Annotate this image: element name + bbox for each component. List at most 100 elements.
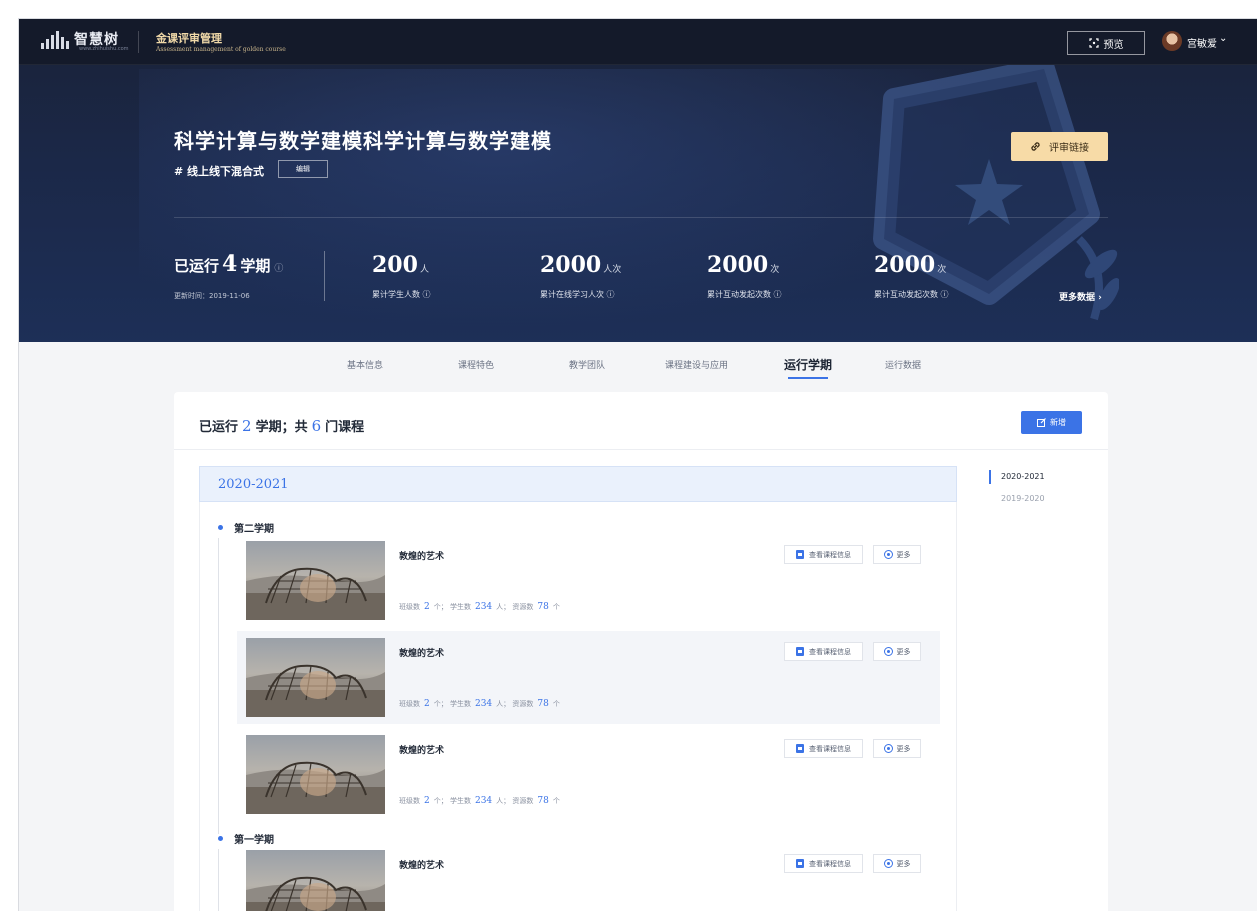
run-count: 4 bbox=[222, 251, 238, 277]
tab-construction[interactable]: 课程建设与应用 bbox=[665, 358, 728, 371]
year-nav-item[interactable]: 2019-2020 bbox=[989, 494, 1045, 516]
run-suffix: 学期 bbox=[240, 257, 271, 275]
semester-line bbox=[218, 538, 219, 834]
course-thumbnail[interactable] bbox=[246, 638, 385, 717]
course-row[interactable]: 敦煌的艺术 班级数 2 个； 学生数 234 人； 资源数 78 个 查看课程信息 更多 bbox=[237, 728, 940, 821]
more-button[interactable]: 更多 bbox=[873, 739, 921, 758]
run-semesters-stat: 已运行 4 学期 ⓘ bbox=[174, 251, 283, 277]
course-title[interactable]: 敦煌的艺术 bbox=[399, 743, 444, 756]
chevron-down-icon[interactable]: ⌄ bbox=[1219, 33, 1227, 44]
view-course-info-button[interactable]: 查看课程信息 bbox=[784, 739, 863, 758]
user-avatar[interactable] bbox=[1162, 31, 1182, 51]
metric-value: 200 bbox=[372, 252, 418, 278]
view-course-info-button[interactable]: 查看课程信息 bbox=[784, 545, 863, 564]
semester-dot bbox=[218, 836, 223, 841]
doc-icon bbox=[796, 550, 804, 559]
year-navigation: 2020-2021 2019-2020 bbox=[989, 470, 1045, 516]
update-time: 更新时间：2019-11-06 bbox=[174, 292, 250, 300]
course-thumbnail[interactable] bbox=[246, 850, 385, 911]
more-circle-icon bbox=[883, 550, 893, 559]
info-icon[interactable]: ⓘ bbox=[607, 290, 615, 299]
course-meta: 班级数 2 个； 学生数 234 人； 资源数 78 个 bbox=[399, 699, 560, 709]
more-button[interactable]: 更多 bbox=[873, 642, 921, 661]
run-prefix: 已运行 bbox=[174, 257, 220, 275]
metric-value: 2000 bbox=[540, 252, 602, 278]
view-course-info-button[interactable]: 查看课程信息 bbox=[784, 642, 863, 661]
year-nav-item[interactable]: 2020-2021 bbox=[989, 470, 1045, 494]
metric-label: 累计互动发起次数 ⓘ bbox=[874, 290, 949, 299]
more-button[interactable]: 更多 bbox=[873, 545, 921, 564]
semester-card: 已运行 2 学期；共 6 门课程 新增 2020-2021 第二学期 敦煌的艺术 班级数… bbox=[174, 392, 1108, 911]
metric-interactions-2: 2000 次 累计互动发起次数 ⓘ bbox=[874, 252, 949, 300]
top-navigation-bar: 智慧树 www.zhihuishu.com 金课评审管理 Assessment … bbox=[19, 19, 1257, 65]
metric-unit: 次 bbox=[770, 265, 780, 275]
view-course-info-button[interactable]: 查看课程信息 bbox=[784, 854, 863, 873]
preview-button[interactable]: 预览 bbox=[1067, 31, 1145, 55]
card-header: 已运行 2 学期；共 6 门课程 新增 bbox=[174, 392, 1108, 450]
logo-text: 智慧树 bbox=[74, 32, 119, 48]
app-frame: 智慧树 www.zhihuishu.com 金课评审管理 Assessment … bbox=[18, 18, 1257, 911]
course-thumbnail[interactable] bbox=[246, 735, 385, 814]
more-circle-icon bbox=[883, 859, 893, 868]
logo-bars-icon bbox=[41, 31, 69, 49]
more-data-link[interactable]: 更多数据 › bbox=[1059, 290, 1102, 303]
hero-divider bbox=[174, 217, 1108, 218]
semester-dot bbox=[218, 525, 223, 530]
logo-subtext: www.zhihuishu.com bbox=[79, 46, 129, 52]
course-meta: 班级数 2 个； 学生数 234 人； 资源数 78 个 bbox=[399, 796, 560, 806]
user-name[interactable]: 宫敏爱 bbox=[1187, 35, 1217, 50]
tab-run-semesters[interactable]: 运行学期 bbox=[784, 356, 832, 373]
metric-value: 2000 bbox=[707, 252, 769, 278]
doc-icon bbox=[796, 859, 804, 868]
tab-features[interactable]: 课程特色 bbox=[458, 358, 494, 371]
preview-label: 预览 bbox=[1103, 39, 1124, 51]
hero-banner: 智慧树 www.zhihuishu.com 金课评审管理 Assessment … bbox=[19, 19, 1257, 342]
info-icon[interactable]: ⓘ bbox=[941, 290, 949, 299]
course-meta: 班级数 2 个； 学生数 234 人； 资源数 78 个 bbox=[399, 602, 560, 612]
metric-unit: 次 bbox=[937, 265, 947, 275]
tab-bar: 基本信息 课程特色 教学团队 课程建设与应用 运行学期 运行数据 bbox=[19, 342, 1257, 390]
app-subtitle: Assessment management of golden course bbox=[156, 46, 286, 53]
stat-separator bbox=[324, 251, 325, 301]
year-header: 2020-2021 bbox=[199, 466, 957, 502]
semester-line bbox=[218, 849, 219, 911]
tab-team[interactable]: 教学团队 bbox=[569, 358, 605, 371]
course-title[interactable]: 敦煌的艺术 bbox=[399, 646, 444, 659]
info-icon[interactable]: ⓘ bbox=[274, 264, 283, 274]
add-label: 新增 bbox=[1050, 418, 1066, 427]
review-link-label: 评审链接 bbox=[1049, 143, 1089, 154]
link-icon bbox=[1031, 142, 1040, 151]
expand-icon bbox=[1088, 38, 1099, 48]
metric-interactions: 2000 次 累计互动发起次数 ⓘ bbox=[707, 252, 782, 300]
tab-basic-info[interactable]: 基本信息 bbox=[347, 358, 383, 371]
metric-unit: 人次 bbox=[603, 265, 622, 275]
more-button[interactable]: 更多 bbox=[873, 854, 921, 873]
course-thumbnail[interactable] bbox=[246, 541, 385, 620]
add-button[interactable]: 新增 bbox=[1021, 411, 1082, 434]
course-count: 6 bbox=[311, 417, 322, 435]
app-title: 金课评审管理 bbox=[156, 32, 222, 45]
semester-count: 2 bbox=[242, 417, 252, 435]
metric-label: 累计学生人数 ⓘ bbox=[372, 290, 431, 299]
info-icon[interactable]: ⓘ bbox=[774, 290, 782, 299]
course-title[interactable]: 敦煌的艺术 bbox=[399, 858, 444, 871]
metric-unit: 人 bbox=[419, 265, 429, 275]
review-link-button[interactable]: 评审链接 bbox=[1011, 132, 1108, 161]
metric-label: 累计互动发起次数 ⓘ bbox=[707, 290, 782, 299]
doc-icon bbox=[796, 647, 804, 656]
edit-button[interactable]: 编辑 bbox=[278, 160, 328, 178]
tab-run-data[interactable]: 运行数据 bbox=[885, 358, 921, 371]
course-tag: # 线上线下混合式 bbox=[174, 165, 265, 178]
course-row[interactable]: 敦煌的艺术 班级数 2 个； 学生数 234 人； 资源数 78 个 查看课程信息 更多 bbox=[237, 534, 940, 627]
course-row[interactable]: 敦煌的艺术 查看课程信息 更多 bbox=[237, 843, 940, 911]
edit-icon bbox=[1037, 418, 1046, 427]
info-icon[interactable]: ⓘ bbox=[423, 290, 431, 299]
metric-students: 200 人 累计学生人数 ⓘ bbox=[372, 252, 431, 300]
metric-online-learning: 2000 人次 累计在线学习人次 ⓘ bbox=[540, 252, 621, 300]
course-row[interactable]: 敦煌的艺术 班级数 2 个； 学生数 234 人； 资源数 78 个 查看课程信息 更多 bbox=[237, 631, 940, 724]
metric-label: 累计在线学习人次 ⓘ bbox=[540, 290, 615, 299]
course-title[interactable]: 敦煌的艺术 bbox=[399, 549, 444, 562]
active-tab-indicator bbox=[788, 377, 828, 379]
topbar-divider bbox=[138, 31, 139, 53]
doc-icon bbox=[796, 744, 804, 753]
